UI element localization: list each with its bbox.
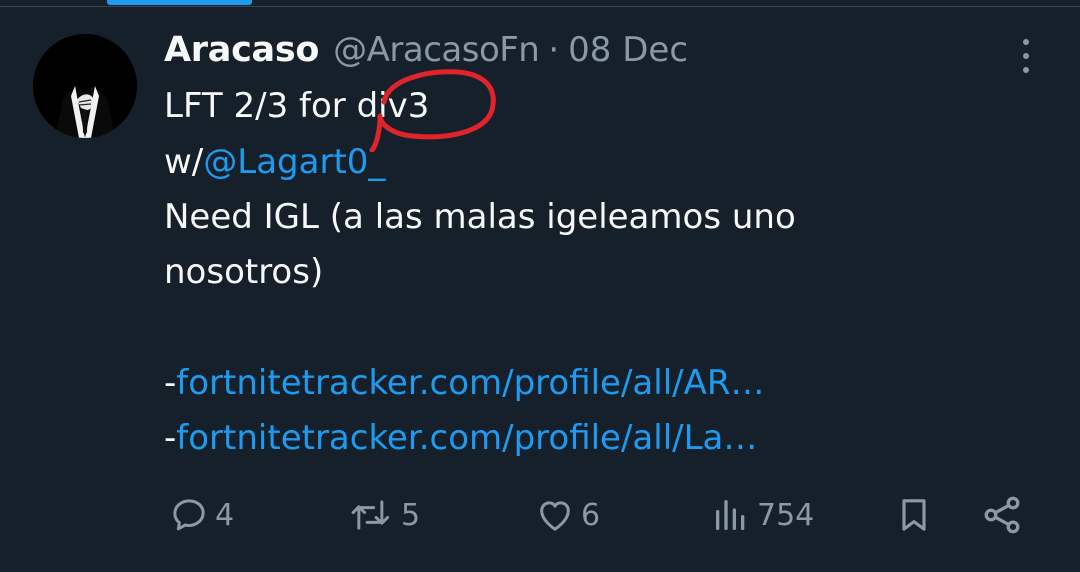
- tweet-header: Aracaso @AracasoFn · 08 Dec: [164, 25, 688, 75]
- bookmark-icon: [902, 499, 926, 531]
- more-icon: [1023, 39, 1029, 45]
- circled-text: div3: [356, 86, 430, 126]
- top-divider: [0, 6, 1080, 7]
- views-button[interactable]: 754: [711, 490, 814, 540]
- tweet-line-6: -fortnitetracker.com/profile/all/La…: [164, 418, 757, 458]
- retweet-count: 5: [401, 497, 421, 533]
- tweet-actions: 4 5 6 754: [0, 490, 1080, 540]
- avatar-image: [33, 34, 137, 138]
- reply-icon: [173, 499, 205, 531]
- tweet-date[interactable]: 08 Dec: [568, 30, 688, 70]
- tweet-text: -: [164, 363, 177, 403]
- mention-link[interactable]: @Lagart0_: [203, 142, 385, 182]
- reply-count: 4: [215, 497, 235, 533]
- tweet-line-2: w/@Lagart0_: [164, 142, 385, 182]
- bookmark-button[interactable]: [894, 490, 934, 540]
- avatar[interactable]: [33, 34, 137, 138]
- like-button[interactable]: 6: [535, 490, 600, 540]
- tweet-line-4: nosotros): [164, 252, 324, 292]
- heart-icon: [540, 501, 570, 531]
- tweet-line-1: LFT 2/3 for div3: [164, 86, 429, 126]
- author-handle[interactable]: @AracasoFn: [333, 30, 540, 70]
- tweet-line-3: Need IGL (a las malas igeleamos uno: [164, 197, 796, 237]
- header-separator: ·: [548, 30, 560, 70]
- tracker-link-1[interactable]: fortnitetracker.com/profile/all/AR…: [176, 363, 764, 403]
- views-count: 754: [757, 497, 815, 533]
- more-button[interactable]: [1016, 36, 1036, 76]
- tweet-line-5: -fortnitetracker.com/profile/all/AR…: [164, 363, 765, 403]
- share-icon: [984, 496, 1020, 534]
- views-icon: [716, 500, 745, 530]
- tweet-text: -: [164, 418, 177, 458]
- like-count: 6: [581, 497, 601, 533]
- active-tab-indicator: [107, 0, 252, 5]
- tweet-text: w/: [164, 142, 204, 182]
- tweet-text: LFT 2/3 for: [164, 86, 357, 126]
- retweet-button[interactable]: 5: [349, 490, 420, 540]
- reply-button[interactable]: 4: [169, 490, 234, 540]
- share-button[interactable]: [980, 490, 1024, 540]
- retweet-icon: [351, 500, 390, 530]
- tracker-link-2[interactable]: fortnitetracker.com/profile/all/La…: [176, 418, 757, 458]
- author-name[interactable]: Aracaso: [164, 30, 319, 70]
